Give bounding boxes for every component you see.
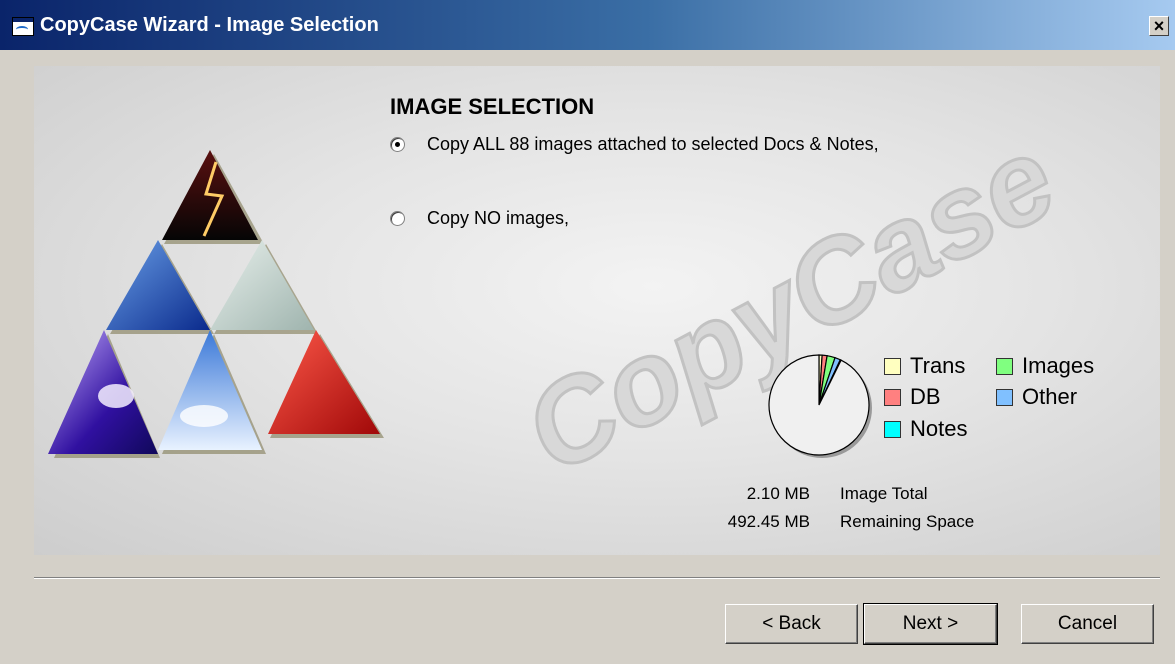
legend-db-swatch (884, 388, 901, 406)
pyramid-logo (48, 150, 384, 458)
section-heading: IMAGE SELECTION (390, 94, 595, 119)
copy-all-label: Copy ALL 88 images attached to selected … (427, 134, 879, 154)
legend-notes-swatch (884, 420, 901, 438)
separator-highlight (34, 578, 1160, 579)
cancel-button[interactable]: Cancel (1021, 604, 1154, 644)
legend-other: Other (996, 384, 1077, 410)
copy-none-label: Copy NO images, (427, 208, 570, 228)
pie-slice-free (768, 354, 870, 456)
copy-all-option[interactable]: Copy ALL 88 images attached to selected … (390, 134, 879, 155)
legend-images-swatch (996, 357, 1013, 375)
title-bar: CopyCase Wizard - Image Selection × (0, 0, 1175, 50)
legend-trans-swatch (884, 357, 901, 375)
legend-trans: Trans (884, 353, 965, 379)
copy-all-radio[interactable] (390, 137, 405, 152)
window-title: CopyCase Wizard - Image Selection (40, 14, 379, 36)
next-button[interactable]: Next > (863, 603, 998, 645)
remaining-space-label: Remaining Space (840, 512, 975, 531)
copy-none-radio[interactable] (390, 211, 405, 226)
image-size-pie-chart (768, 354, 872, 458)
image-total-value: 2.10 MB (746, 484, 810, 503)
back-button[interactable]: < Back (725, 604, 858, 644)
app-icon (12, 17, 34, 36)
close-button[interactable]: × (1149, 16, 1169, 36)
legend-other-swatch (996, 388, 1013, 406)
legend-notes: Notes (884, 416, 967, 442)
copy-none-option[interactable]: Copy NO images, (390, 208, 569, 229)
remaining-space-value: 492.45 MB (727, 512, 810, 531)
legend-images: Images (996, 353, 1094, 379)
image-total-label: Image Total (840, 484, 928, 503)
legend-db: DB (884, 384, 941, 410)
wizard-panel: CopyCase IMAGE SELECTION Copy ALL 88 ima… (34, 66, 1160, 555)
